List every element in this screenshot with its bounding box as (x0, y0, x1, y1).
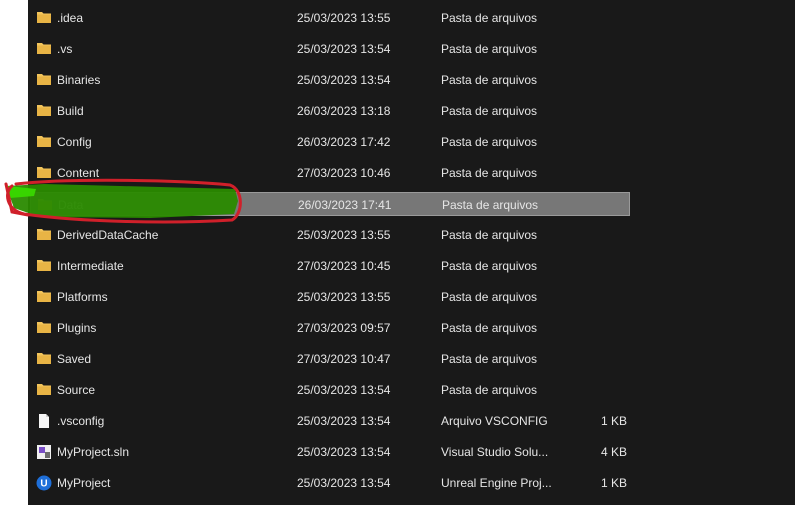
folder-icon (36, 165, 54, 181)
file-name: Build (57, 104, 84, 118)
file-size: 4 KB (600, 445, 627, 459)
file-size (570, 161, 627, 185)
unreal-engine-icon: U (36, 475, 54, 491)
file-row[interactable]: Config 26/03/2023 17:42 Pasta de arquivos (30, 130, 630, 154)
folder-icon (36, 103, 54, 119)
folder-icon (36, 41, 54, 57)
file-name: DerivedDataCache (57, 228, 159, 242)
folder-icon (36, 258, 54, 274)
file-date: 25/03/2023 13:55 (297, 290, 391, 304)
file-name: Saved (57, 352, 92, 366)
file-date: 25/03/2023 13:55 (297, 228, 391, 242)
folder-icon (36, 320, 54, 336)
file-size (571, 193, 628, 217)
file-type: Pasta de arquivos (441, 383, 538, 397)
svg-text:U: U (40, 479, 47, 490)
file-row[interactable]: DerivedDataCache 25/03/2023 13:55 Pasta de… (30, 223, 630, 247)
file-name: Data (58, 198, 84, 212)
file-type: Unreal Engine Proj... (441, 476, 552, 490)
folder-icon (36, 382, 54, 398)
file-row[interactable]: Source 25/03/2023 13:54 Pasta de arquivos (30, 378, 630, 402)
folder-icon (37, 197, 55, 213)
file-type: Pasta de arquivos (441, 259, 538, 273)
file-type: Visual Studio Solu... (441, 445, 549, 459)
folder-icon (36, 227, 54, 243)
file-icon (36, 413, 54, 429)
file-row[interactable]: Data 26/03/2023 17:41 Pasta de arquivos (30, 192, 630, 216)
file-date: 25/03/2023 13:54 (297, 414, 391, 428)
file-row[interactable]: .vs 25/03/2023 13:54 Pasta de arquivos (30, 37, 630, 61)
file-row[interactable]: MyProject.sln 25/03/2023 13:54 Visual Stud… (30, 440, 630, 464)
file-size (570, 316, 627, 340)
file-name: .idea (57, 11, 84, 25)
file-name: Platforms (57, 290, 108, 304)
file-size (570, 130, 627, 154)
file-name: Plugins (57, 321, 97, 335)
file-row[interactable]: Build 26/03/2023 13:18 Pasta de arquivos (30, 99, 630, 123)
file-size (570, 347, 627, 371)
file-date: 25/03/2023 13:54 (297, 73, 391, 87)
file-name: Intermediate (57, 259, 124, 273)
file-date: 25/03/2023 13:54 (297, 445, 391, 459)
folder-icon (36, 289, 54, 305)
file-name: .vs (57, 42, 73, 56)
file-name: Binaries (57, 73, 101, 87)
file-size: 1 KB (600, 414, 627, 428)
file-type: Pasta de arquivos (441, 166, 538, 180)
file-row[interactable]: .vsconfig 25/03/2023 13:54 Arquivo VSCONFI… (30, 409, 630, 433)
folder-icon (36, 10, 54, 26)
file-size (570, 6, 627, 30)
file-name: .vsconfig (57, 414, 105, 428)
file-date: 26/03/2023 17:42 (297, 135, 391, 149)
file-date: 26/03/2023 13:18 (297, 104, 391, 118)
file-date: 27/03/2023 10:46 (297, 166, 391, 180)
file-date: 26/03/2023 17:41 (298, 198, 392, 212)
file-row[interactable]: Binaries 25/03/2023 13:54 Pasta de arquivo… (30, 68, 630, 92)
file-date: 25/03/2023 13:54 (297, 383, 391, 397)
folder-icon (36, 351, 54, 367)
file-date: 27/03/2023 09:57 (297, 321, 391, 335)
file-name: Content (57, 166, 100, 180)
folder-icon (36, 134, 54, 150)
file-row[interactable]: U MyProject 25/03/2023 13:54 Unreal Engine … (30, 471, 630, 495)
file-size: 1 KB (600, 476, 627, 490)
file-type: Pasta de arquivos (442, 198, 539, 212)
left-margin (0, 0, 28, 505)
file-row[interactable]: Plugins 27/03/2023 09:57 Pasta de arquivos (30, 316, 630, 340)
file-date: 25/03/2023 13:54 (297, 42, 391, 56)
file-size (570, 254, 627, 278)
file-date: 27/03/2023 10:45 (297, 259, 391, 273)
file-type: Pasta de arquivos (441, 228, 538, 242)
file-row[interactable]: Intermediate 27/03/2023 10:45 Pasta de arq… (30, 254, 630, 278)
file-size (570, 285, 627, 309)
file-size (570, 378, 627, 402)
file-name: Config (57, 135, 92, 149)
file-type: Pasta de arquivos (441, 321, 538, 335)
file-size (570, 68, 627, 92)
file-name: MyProject (57, 476, 111, 490)
visual-studio-solution-icon (36, 444, 54, 460)
file-type: Pasta de arquivos (441, 352, 538, 366)
file-date: 25/03/2023 13:54 (297, 476, 391, 490)
file-name: Source (57, 383, 96, 397)
file-name: MyProject.sln (57, 445, 130, 459)
file-type: Pasta de arquivos (441, 290, 538, 304)
file-row[interactable]: .idea 25/03/2023 13:55 Pasta de arquivos (30, 6, 630, 30)
file-date: 25/03/2023 13:55 (297, 11, 391, 25)
file-type: Pasta de arquivos (441, 135, 538, 149)
file-size (570, 37, 627, 61)
file-type: Pasta de arquivos (441, 73, 538, 87)
file-size (570, 99, 627, 123)
folder-icon (36, 72, 54, 88)
file-row[interactable]: Content 27/03/2023 10:46 Pasta de arquivos (30, 161, 630, 185)
file-list: .idea 25/03/2023 13:55 Pasta de arquivos .v… (28, 0, 795, 505)
file-type: Pasta de arquivos (441, 104, 538, 118)
file-size (570, 223, 627, 247)
file-date: 27/03/2023 10:47 (297, 352, 391, 366)
file-type: Pasta de arquivos (441, 11, 538, 25)
file-row[interactable]: Saved 27/03/2023 10:47 Pasta de arquivos (30, 347, 630, 371)
file-type: Pasta de arquivos (441, 42, 538, 56)
file-row[interactable]: Platforms 25/03/2023 13:55 Pasta de arquiv… (30, 285, 630, 309)
file-type: Arquivo VSCONFIG (441, 414, 548, 428)
